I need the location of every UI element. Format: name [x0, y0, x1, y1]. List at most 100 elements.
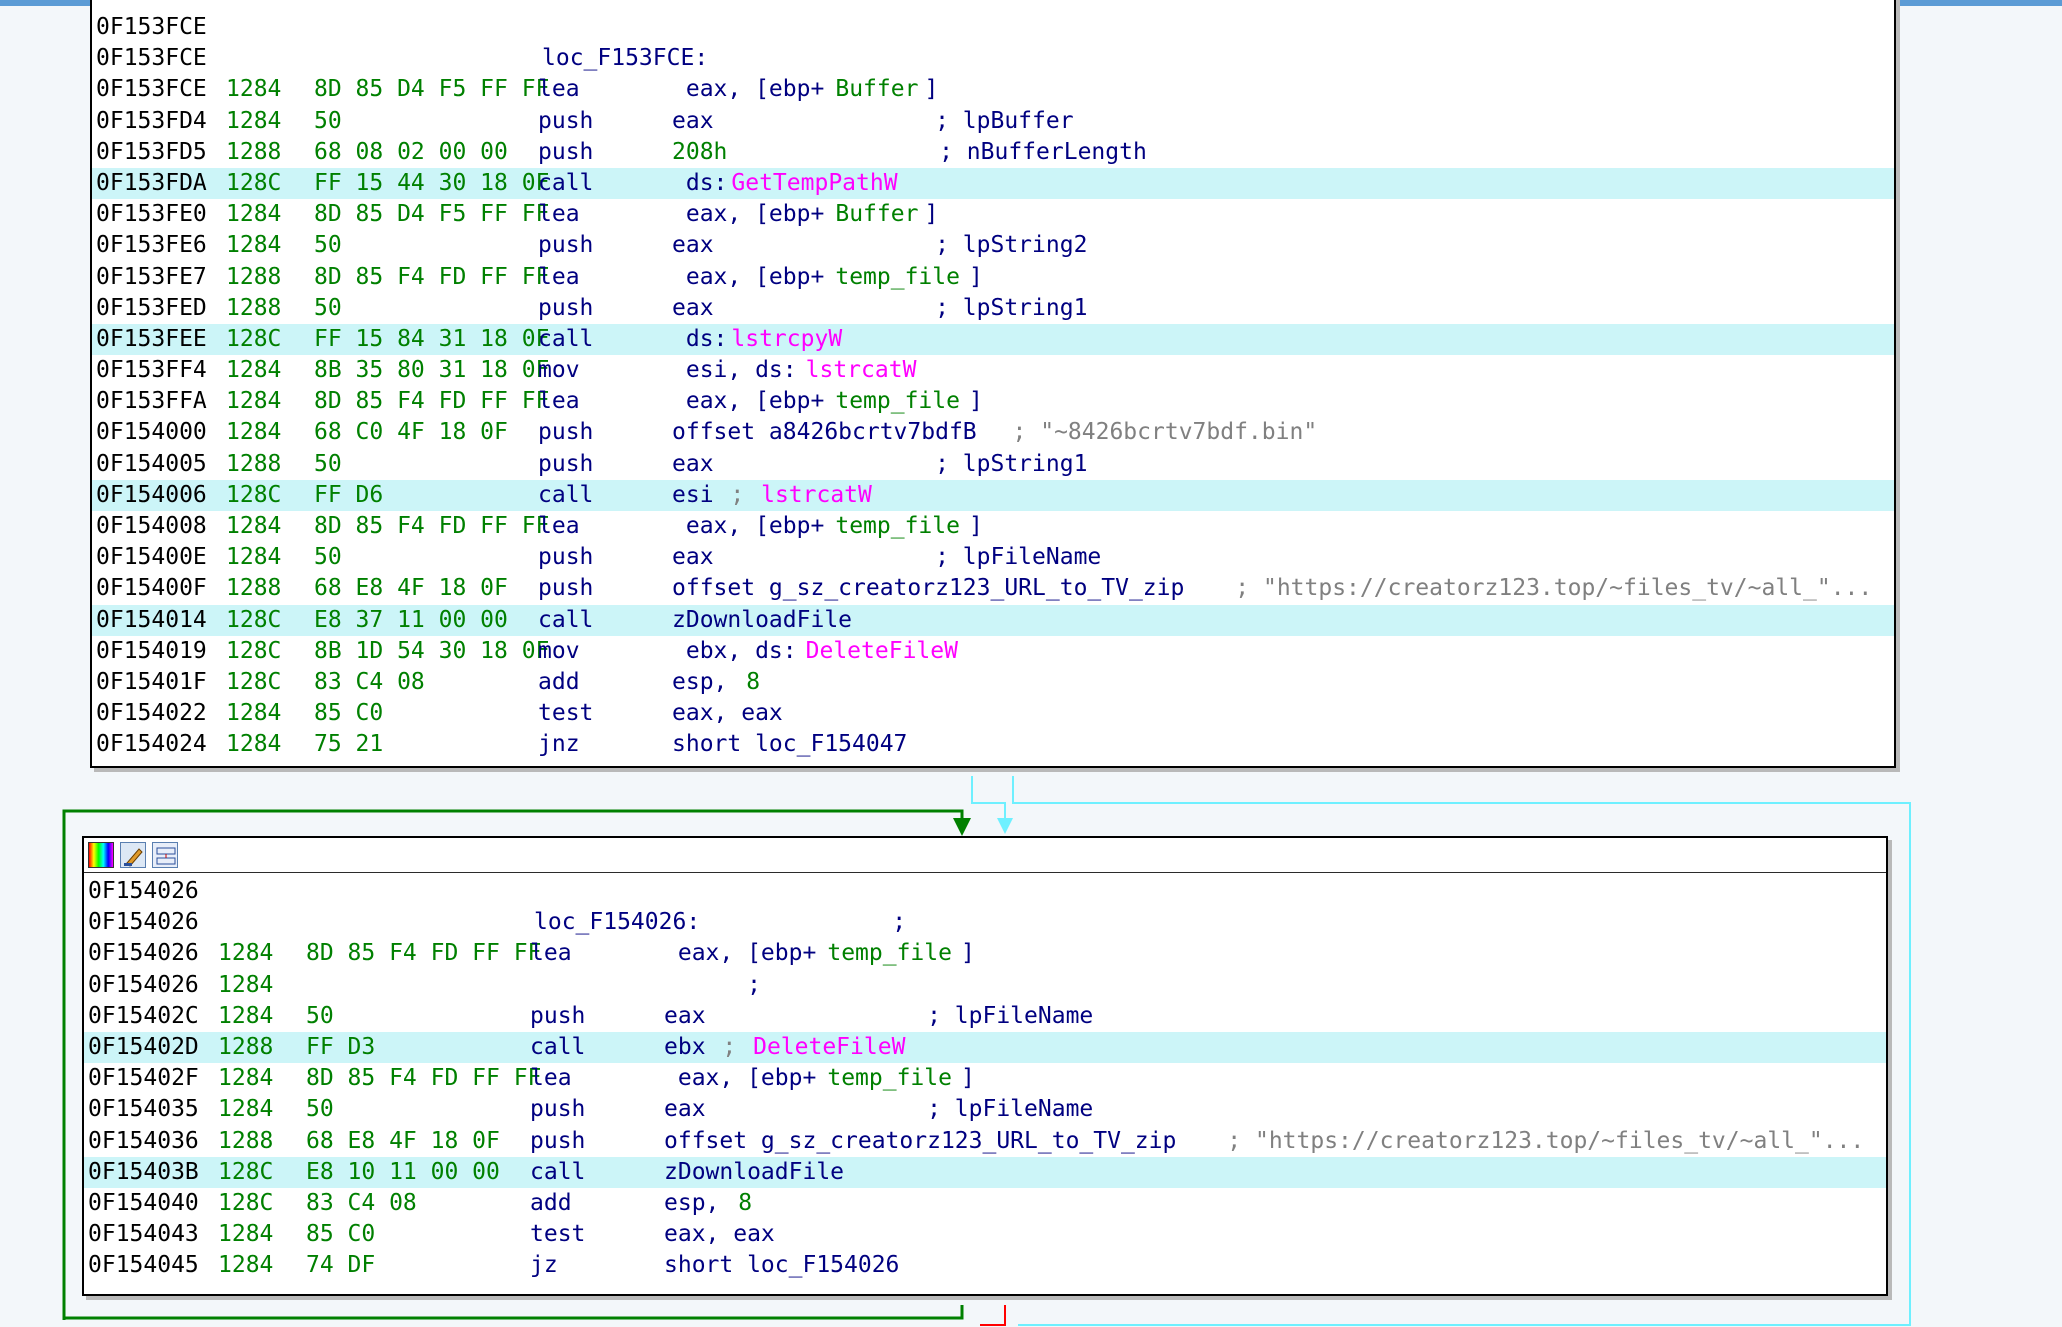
code-line[interactable]: 0F153FD5 1288 68 08 02 00 00 push 208h ; nBu…	[92, 137, 1894, 168]
line-address: 0F153FD5	[96, 138, 207, 165]
stack-pointer-value: 1288	[218, 1033, 274, 1060]
instruction-mnemonic: lea	[538, 513, 580, 539]
line-address: 0F154026	[88, 940, 199, 967]
operand-sym: Buffer	[835, 201, 919, 228]
code-line[interactable]: 0F154036 1288 68 E8 4F 18 0F push offset g_s…	[84, 1126, 1886, 1157]
instruction-mnemonic: lea	[538, 263, 580, 290]
instruction-mnemonic: push	[530, 1096, 586, 1123]
operand-plain: zDownloadFile	[664, 1158, 845, 1185]
code-line[interactable]: 0F154006 128C FF D6 call esi ; lstrcatW	[92, 479, 1894, 511]
code-line[interactable]: 0F15400F 1288 68 E8 4F 18 0F push offset g_s…	[92, 573, 1894, 604]
stack-pointer-value: 1288	[226, 138, 282, 165]
code-line[interactable]: 0F153FF4 1284 8B 35 80 31 18 0F mov esi, ds…	[92, 355, 1894, 386]
code-line[interactable]: 0F154026 1284 ;	[84, 970, 1886, 1001]
code-line[interactable]: 0F153FED 1288 50 push eax ; lpString1	[92, 293, 1894, 324]
operand-plain: ]	[924, 201, 939, 228]
block-2-titlebar	[84, 838, 1886, 873]
instruction-mnemonic: push	[538, 107, 594, 134]
operand-plain: eax, [ebp+	[672, 76, 825, 103]
operand-plain: eax ; lpString1	[672, 294, 1088, 321]
code-line[interactable]: 0F153FFA 1284 8D 85 F4 FD FF FF lea eax, [e…	[92, 386, 1894, 417]
stack-pointer-value: 128C	[226, 481, 282, 508]
color-palette-icon[interactable]	[88, 842, 114, 868]
code-line[interactable]: 0F154014 128C E8 37 11 00 00 call zDownloadF…	[92, 604, 1894, 636]
code-line[interactable]: 0F154045 1284 74 DF jz short loc_F154026	[84, 1250, 1886, 1281]
edge-false-branch[interactable]	[980, 1305, 1006, 1326]
line-address: 0F153FF4	[96, 357, 207, 384]
operand-sym: Buffer	[835, 76, 919, 103]
code-line[interactable]: 0F154026 1284 8D 85 F4 FD FF FF lea eax, [e…	[84, 938, 1886, 969]
instruction-mnemonic: mov	[538, 357, 580, 384]
line-address: 0F154035	[88, 1096, 199, 1123]
code-line[interactable]: 0F15402C 1284 50 push eax ; lpFileName	[84, 1001, 1886, 1032]
line-address: 0F15401F	[96, 668, 207, 695]
line-address: 0F154022	[96, 700, 207, 727]
line-address: 0F15402F	[88, 1065, 199, 1092]
code-line[interactable]: 0F154026	[84, 876, 1886, 907]
operand-plain: zDownloadFile	[672, 606, 853, 633]
instruction-mnemonic: push	[538, 294, 594, 321]
code-line[interactable]: 0F15402F 1284 8D 85 F4 FD FF FF lea eax, [e…	[84, 1063, 1886, 1094]
stack-pointer-value: 128C	[226, 637, 282, 664]
code-line[interactable]: 0F153FEE 128C FF 15 84 31 18 0F call ds: lst…	[92, 323, 1894, 356]
code-block-loc-F154026[interactable]: 0F154026 0F154026 loc_F154026: ; 0F154026 12…	[82, 836, 1888, 1296]
code-line[interactable]: 0F154008 1284 8D 85 F4 FD FF FF lea eax, [e…	[92, 511, 1894, 542]
opcode-bytes: 50	[306, 1002, 334, 1029]
opcode-bytes: 8D 85 F4 FD FF FF	[314, 263, 550, 290]
line-address: 0F153FE0	[96, 201, 207, 228]
line-address: 0F153FCE	[96, 76, 207, 103]
line-address: 0F154014	[96, 606, 207, 633]
graph-icon[interactable]	[152, 842, 178, 868]
code-line[interactable]: 0F153FD4 1284 50 push eax ; lpBuffer	[92, 106, 1894, 137]
graph-view-canvas[interactable]: 0F153FCE 0F153FCE loc_F153FCE: 0F153FCE 1284…	[0, 0, 2062, 1327]
code-line[interactable]: 0F153FE7 1288 8D 85 F4 FD FF FF lea eax, [e…	[92, 262, 1894, 293]
operand-import: DeleteFileW	[753, 1033, 906, 1060]
instruction-mnemonic: jnz	[538, 731, 580, 758]
code-line[interactable]: 0F153FDA 128C FF 15 44 30 18 0F call ds: Get…	[92, 167, 1894, 200]
operand-label: loc_F154026:	[534, 909, 701, 936]
opcode-bytes: 50	[314, 544, 342, 571]
stack-pointer-value: 1284	[218, 1065, 274, 1092]
instruction-mnemonic: call	[530, 1033, 586, 1060]
opcode-bytes: 8D 85 F4 FD FF FF	[306, 940, 542, 967]
operand-plain: eax, [ebp+	[672, 388, 825, 415]
code-line[interactable]: 0F153FE0 1284 8D 85 D4 F5 FF FF lea eax, [e…	[92, 199, 1894, 230]
operand-sym: temp_file	[835, 513, 960, 539]
operand-plain: eax, [ebp+	[672, 513, 825, 539]
operand-plain: eax, [ebp+	[672, 201, 825, 228]
operand-plain: ]	[969, 263, 983, 290]
code-line[interactable]: 0F15401F 128C 83 C4 08 add esp, 8	[92, 667, 1894, 698]
edge-fallthrough[interactable]	[971, 776, 1006, 825]
opcode-bytes: 8B 35 80 31 18 0F	[314, 357, 550, 384]
operand-import: lstrcatW	[761, 481, 872, 508]
operand-str: ; "https://creatorz123.top/~files_tv/~al…	[1221, 575, 1873, 602]
operand-plain: ]	[961, 940, 975, 967]
instruction-mnemonic: lea	[530, 940, 572, 967]
code-line[interactable]: 0F15400E 1284 50 push eax ; lpFileName	[92, 542, 1894, 573]
line-address: 0F153FEE	[96, 325, 207, 352]
opcode-bytes: 8D 85 F4 FD FF FF	[306, 1065, 542, 1092]
code-line[interactable]: 0F153FE6 1284 50 push eax ; lpString2	[92, 230, 1894, 261]
code-line[interactable]: 0F154005 1288 50 push eax ; lpString1	[92, 449, 1894, 480]
code-block-loc-F153FCE[interactable]: 0F153FCE 0F153FCE loc_F153FCE: 0F153FCE 1284…	[90, 0, 1896, 768]
code-line[interactable]: 0F153FCE	[92, 12, 1894, 43]
code-line[interactable]: 0F15403B 128C E8 10 11 00 00 call zDownloadF…	[84, 1156, 1886, 1188]
code-line[interactable]: 0F15402D 1288 FF D3 call ebx ; DeleteFileW	[84, 1031, 1886, 1064]
code-line[interactable]: 0F154035 1284 50 push eax ; lpFileName	[84, 1094, 1886, 1125]
code-line[interactable]: 0F154040 128C 83 C4 08 add esp, 8	[84, 1188, 1886, 1219]
edit-name-icon[interactable]	[120, 842, 146, 868]
code-line[interactable]: 0F154026 loc_F154026: ;	[84, 907, 1886, 938]
code-line[interactable]: 0F154019 128C 8B 1D 54 30 18 0F mov ebx, ds…	[92, 636, 1894, 667]
operand-plain: eax ; lpString2	[672, 232, 1088, 259]
edge-true-branch-return[interactable]	[64, 1305, 964, 1320]
operand-sym: temp_file	[827, 1065, 952, 1092]
code-line[interactable]: 0F154022 1284 85 C0 test eax, eax	[92, 698, 1894, 729]
stack-pointer-value: 1284	[226, 544, 282, 571]
operand-cmt: ;	[708, 1033, 751, 1060]
code-line[interactable]: 0F154024 1284 75 21 jnz short loc_F154047	[92, 729, 1894, 760]
line-address: 0F154000	[96, 419, 207, 446]
code-line[interactable]: 0F153FCE 1284 8D 85 D4 F5 FF FF lea eax, [e…	[92, 74, 1894, 105]
code-line[interactable]: 0F153FCE loc_F153FCE:	[92, 43, 1894, 74]
code-line[interactable]: 0F154000 1284 68 C0 4F 18 0F push offset a84…	[92, 417, 1894, 448]
code-line[interactable]: 0F154043 1284 85 C0 test eax, eax	[84, 1219, 1886, 1250]
